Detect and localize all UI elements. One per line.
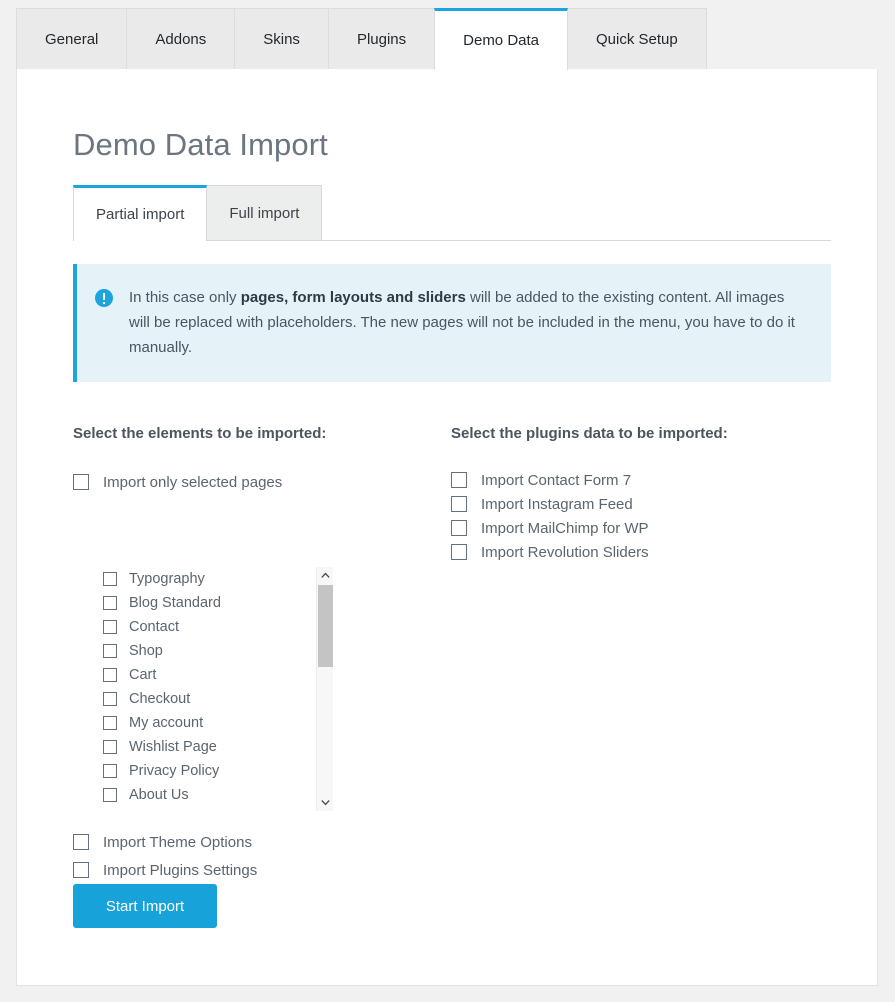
checkbox-box[interactable] (73, 474, 89, 490)
checkbox-box[interactable] (103, 788, 117, 802)
checkbox-box[interactable] (73, 862, 89, 878)
list-item[interactable]: Cart (103, 663, 303, 687)
subtab-full-import-label: Full import (229, 204, 300, 222)
tab-skins[interactable]: Skins (234, 8, 329, 70)
checkbox-box[interactable] (103, 644, 117, 658)
list-item[interactable]: Typography (103, 567, 303, 591)
checkbox-box[interactable] (103, 620, 117, 634)
top-tab-list: General Addons Skins Plugins Demo Data Q… (16, 8, 707, 70)
tab-general[interactable]: General (16, 8, 128, 70)
demo-data-panel: Demo Data Import Partial import Full imp… (16, 69, 878, 986)
scroll-down-arrow-icon[interactable] (317, 794, 333, 811)
checkbox-label: Wishlist Page (129, 739, 217, 755)
tab-quick-setup-label: Quick Setup (596, 31, 678, 48)
checkbox-import-theme-options[interactable]: Import Theme Options (73, 828, 403, 856)
pages-scroll-list[interactable]: Typography Blog Standard Contact Shop Ca… (103, 567, 333, 811)
checkbox-label: Import Theme Options (103, 833, 252, 851)
scroll-up-arrow-icon[interactable] (317, 567, 333, 584)
checkbox-label: Blog Standard (129, 595, 221, 611)
checkbox-box[interactable] (103, 764, 117, 778)
checkbox-label: Import only selected pages (103, 473, 283, 491)
tab-quick-setup[interactable]: Quick Setup (567, 8, 707, 70)
notice-text-bold: pages, form layouts and sliders (240, 289, 466, 306)
checkbox-box[interactable] (451, 496, 467, 512)
checkbox-label: Import MailChimp for WP (481, 519, 649, 537)
tab-demo-data-label: Demo Data (463, 32, 540, 49)
checkbox-label: Import Plugins Settings (103, 861, 258, 879)
info-exclamation-icon (95, 289, 113, 307)
checkbox-label: Import Instagram Feed (481, 495, 633, 513)
checkbox-label: Import Contact Form 7 (481, 471, 632, 489)
tab-addons-label: Addons (155, 31, 207, 48)
tab-plugins-label: Plugins (356, 31, 407, 48)
page-title: Demo Data Import (73, 127, 328, 162)
plugins-column: Select the plugins data to be imported: … (451, 425, 831, 564)
elements-column-heading: Select the elements to be imported: (73, 425, 327, 442)
checkbox-label: Privacy Policy (129, 763, 220, 779)
subtab-full-import[interactable]: Full import (206, 185, 323, 240)
notice-text-part1: In this case only (129, 289, 241, 306)
subtab-partial-import-label: Partial import (96, 206, 185, 223)
checkbox-label: Checkout (129, 691, 191, 707)
list-item[interactable]: Blog Standard (103, 591, 303, 615)
plugins-column-heading: Select the plugins data to be imported: (451, 425, 728, 442)
checkbox-box[interactable] (73, 834, 89, 850)
tab-demo-data[interactable]: Demo Data (434, 8, 569, 70)
checkbox-box[interactable] (103, 716, 117, 730)
list-item[interactable]: Wishlist Page (103, 735, 303, 759)
pages-list-scrollbar[interactable] (316, 567, 333, 811)
info-notice-text: In this case only pages, form layouts an… (129, 286, 809, 360)
scrollbar-thumb[interactable] (318, 585, 333, 667)
checkbox-box[interactable] (451, 520, 467, 536)
checkbox-box[interactable] (103, 692, 117, 706)
elements-column: Select the elements to be imported: Impo… (73, 425, 453, 907)
checkbox-label: Typography (129, 571, 205, 587)
checkbox-import-plugins-settings[interactable]: Import Plugins Settings (73, 856, 403, 884)
tab-plugins[interactable]: Plugins (327, 8, 436, 70)
checkbox-import-contact-form-7[interactable]: Import Contact Form 7 (451, 468, 831, 492)
list-item[interactable]: Checkout (103, 687, 303, 711)
tab-general-label: General (45, 31, 99, 48)
info-notice: In this case only pages, form layouts an… (73, 264, 831, 383)
checkbox-import-mailchimp-for-wp[interactable]: Import MailChimp for WP (451, 516, 831, 540)
list-item[interactable]: My account (103, 711, 303, 735)
import-mode-tabs: Partial import Full import (73, 185, 831, 241)
tab-addons[interactable]: Addons (126, 8, 236, 70)
checkbox-box[interactable] (103, 668, 117, 682)
list-item[interactable]: About Us (103, 783, 303, 807)
checkbox-box[interactable] (103, 740, 117, 754)
subtab-partial-import[interactable]: Partial import (73, 185, 208, 241)
checkbox-box[interactable] (103, 596, 117, 610)
checkbox-box[interactable] (103, 572, 117, 586)
start-import-button[interactable]: Start Import (73, 884, 217, 928)
checkbox-import-instagram-feed[interactable]: Import Instagram Feed (451, 492, 831, 516)
checkbox-label: My account (129, 715, 204, 731)
top-tab-strip: General Addons Skins Plugins Demo Data Q… (0, 0, 895, 70)
tab-skins-label: Skins (263, 31, 300, 48)
list-item[interactable]: Privacy Policy (103, 759, 303, 783)
checkbox-label: Contact (129, 619, 179, 635)
pages-list-items: Typography Blog Standard Contact Shop Ca… (103, 567, 303, 807)
checkbox-import-revolution-sliders[interactable]: Import Revolution Sliders (451, 540, 831, 564)
checkbox-label: Import Revolution Sliders (481, 543, 649, 561)
checkbox-import-only-selected-pages[interactable]: Import only selected pages (73, 468, 453, 496)
checkbox-label: Cart (129, 667, 157, 683)
checkbox-label: Shop (129, 643, 163, 659)
list-item[interactable]: Shop (103, 639, 303, 663)
list-item[interactable]: Contact (103, 615, 303, 639)
checkbox-box[interactable] (451, 544, 467, 560)
checkbox-box[interactable] (451, 472, 467, 488)
checkbox-label: About Us (129, 787, 189, 803)
